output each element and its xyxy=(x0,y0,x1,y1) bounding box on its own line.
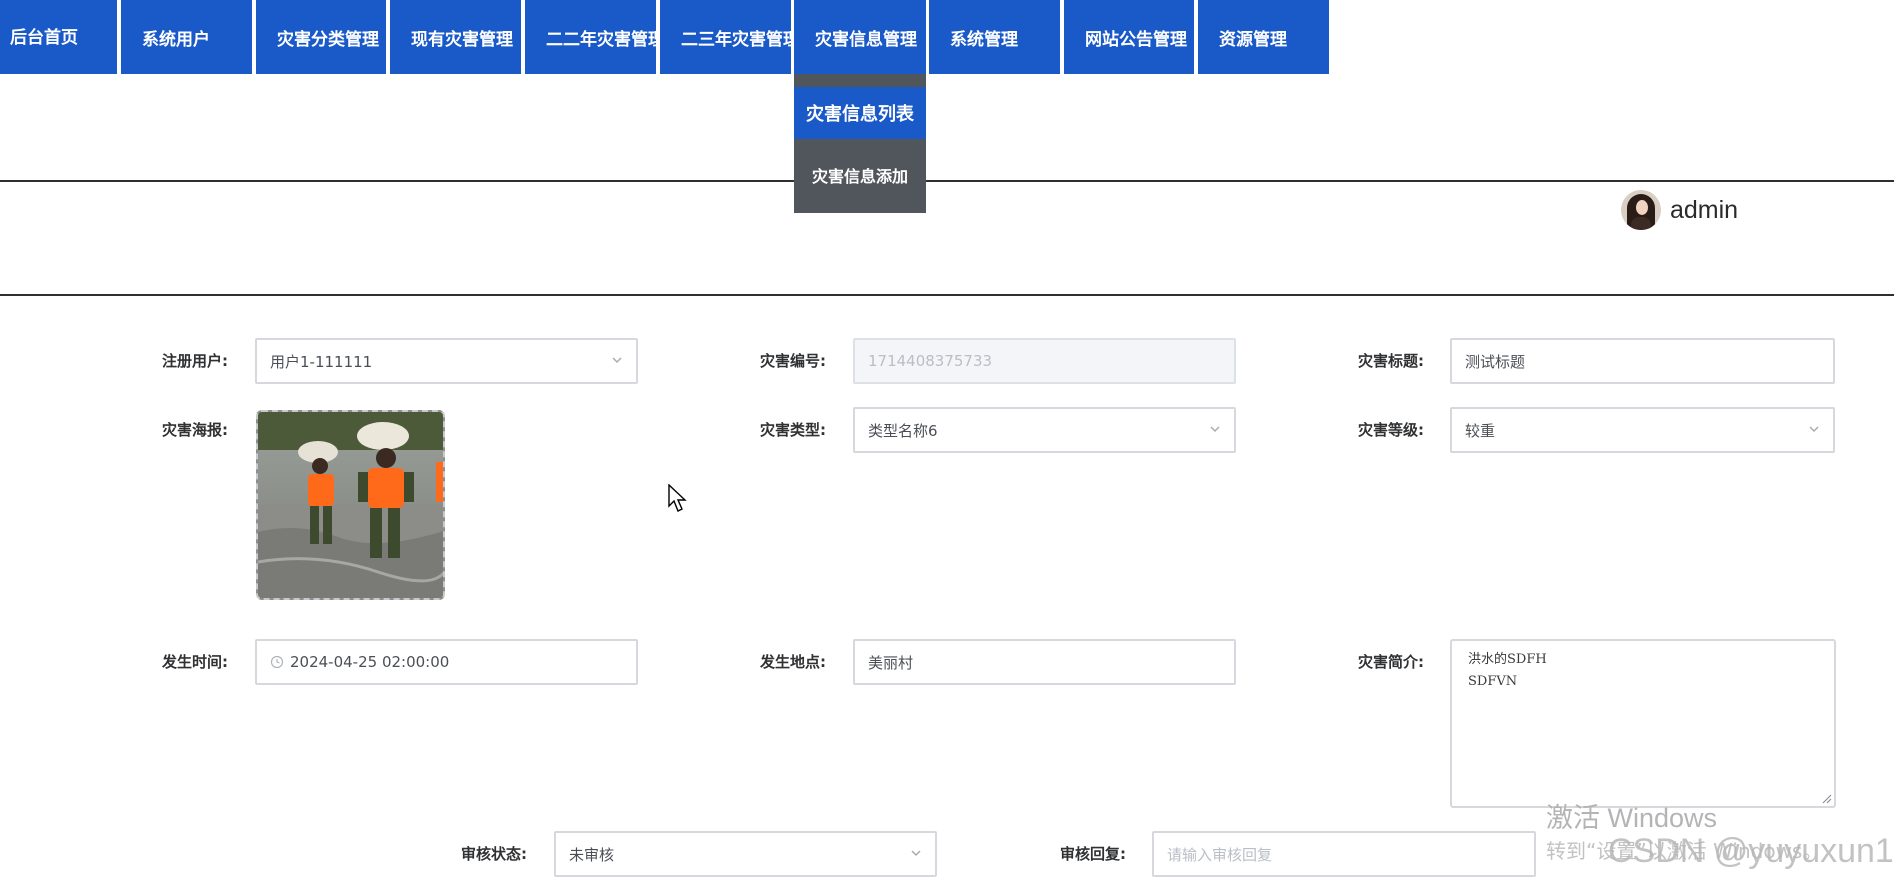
nav-item-2023-disasters[interactable]: 二三年灾害管理 xyxy=(660,0,791,74)
chevron-down-icon xyxy=(911,850,921,857)
disaster-title-value: 测试标题 xyxy=(1465,352,1526,371)
poster-image xyxy=(258,412,443,598)
disaster-intro-textarea[interactable]: 洪水的SDFH SDFVN xyxy=(1450,639,1836,808)
disaster-no-label: 灾害编号: xyxy=(760,352,826,370)
username: admin xyxy=(1670,195,1739,224)
register-user-value: 用户1-111111 xyxy=(270,352,373,371)
windows-activation-title: 激活 Windows xyxy=(1546,803,1718,833)
clock-icon xyxy=(270,655,284,669)
nav-item-label: 二三年灾害管理 xyxy=(681,29,791,50)
chevron-down-icon xyxy=(1210,426,1220,433)
intro-line-2: SDFVN xyxy=(1468,674,1518,689)
disaster-poster-label: 灾害海报: xyxy=(162,421,228,439)
review-status-label: 审核状态: xyxy=(461,845,527,863)
occur-time-picker[interactable]: 2024-04-25 02:00:00 xyxy=(255,639,638,685)
disaster-title-input[interactable]: 测试标题 xyxy=(1450,338,1835,384)
intro-line-1: 洪水的SDFH xyxy=(1468,652,1547,667)
chevron-down-icon xyxy=(612,357,622,364)
mouse-cursor-icon xyxy=(668,484,687,512)
nav-item-system-users[interactable]: 系统用户 xyxy=(121,0,252,74)
nav-item-current-disasters[interactable]: 现有灾害管理 xyxy=(390,0,521,74)
disaster-level-value: 较重 xyxy=(1465,421,1496,440)
disaster-level-select[interactable]: 较重 xyxy=(1450,407,1835,453)
dropdown-item-disaster-list[interactable]: 灾害信息列表 xyxy=(794,87,926,139)
chevron-down-icon xyxy=(1809,426,1819,433)
nav-item-label: 网站公告管理 xyxy=(1085,29,1187,50)
nav-item-2022-disasters[interactable]: 二二年灾害管理 xyxy=(525,0,656,74)
avatar xyxy=(1621,190,1661,230)
nav-item-disaster-info[interactable]: 灾害信息管理 xyxy=(794,0,926,74)
register-user-label: 注册用户: xyxy=(162,352,228,370)
nav-item-label: 灾害分类管理 xyxy=(277,29,379,50)
review-reply-input[interactable]: 请输入审核回复 xyxy=(1152,831,1536,877)
nav-item-resources[interactable]: 资源管理 xyxy=(1198,0,1329,74)
nav-item-announcements[interactable]: 网站公告管理 xyxy=(1064,0,1194,74)
nav-item-label: 现有灾害管理 xyxy=(411,29,513,50)
occur-time-label: 发生时间: xyxy=(162,653,228,671)
nav-item-label: 系统用户 xyxy=(142,29,210,50)
occur-place-input[interactable]: 美丽村 xyxy=(853,639,1236,685)
resize-handle-icon[interactable] xyxy=(1820,792,1832,804)
nav-item-label: 资源管理 xyxy=(1219,29,1287,50)
occur-time-value: 2024-04-25 02:00:00 xyxy=(290,653,450,671)
nav-item-label: 后台首页 xyxy=(10,28,78,48)
nav-item-label: 系统管理 xyxy=(950,29,1018,50)
disaster-no-input: 1714408375733 xyxy=(853,338,1236,384)
nav-item-label: 二二年灾害管理 xyxy=(546,29,656,50)
header-bottom-divider xyxy=(0,294,1894,296)
nav-item-system-management[interactable]: 系统管理 xyxy=(929,0,1060,74)
disaster-info-dropdown: 灾害信息列表 灾害信息添加 xyxy=(794,74,926,213)
csdn-watermark: CSDN @yuyuxun1 xyxy=(1608,832,1894,870)
review-status-value: 未审核 xyxy=(569,845,615,864)
occur-place-value: 美丽村 xyxy=(868,653,914,672)
disaster-type-select[interactable]: 类型名称6 xyxy=(853,407,1236,453)
dropdown-item-disaster-add[interactable]: 灾害信息添加 xyxy=(794,146,926,204)
nav-item-disaster-category[interactable]: 灾害分类管理 xyxy=(256,0,386,74)
disaster-level-label: 灾害等级: xyxy=(1358,421,1424,439)
disaster-intro-label: 灾害简介: xyxy=(1358,653,1424,671)
nav-item-home[interactable]: 后台首页 xyxy=(0,0,117,74)
header-top-divider xyxy=(0,180,1894,182)
review-reply-label: 审核回复: xyxy=(1060,845,1126,863)
user-menu[interactable]: admin xyxy=(1621,190,1738,230)
register-user-select[interactable]: 用户1-111111 xyxy=(255,338,638,384)
review-status-select[interactable]: 未审核 xyxy=(554,831,937,877)
disaster-no-value: 1714408375733 xyxy=(868,352,993,370)
review-reply-placeholder: 请输入审核回复 xyxy=(1167,845,1273,864)
disaster-poster-upload[interactable] xyxy=(256,410,445,600)
disaster-type-value: 类型名称6 xyxy=(868,421,938,440)
disaster-type-label: 灾害类型: xyxy=(760,421,826,439)
disaster-title-label: 灾害标题: xyxy=(1358,352,1424,370)
nav-item-label: 灾害信息管理 xyxy=(815,29,917,50)
occur-place-label: 发生地点: xyxy=(760,653,826,671)
